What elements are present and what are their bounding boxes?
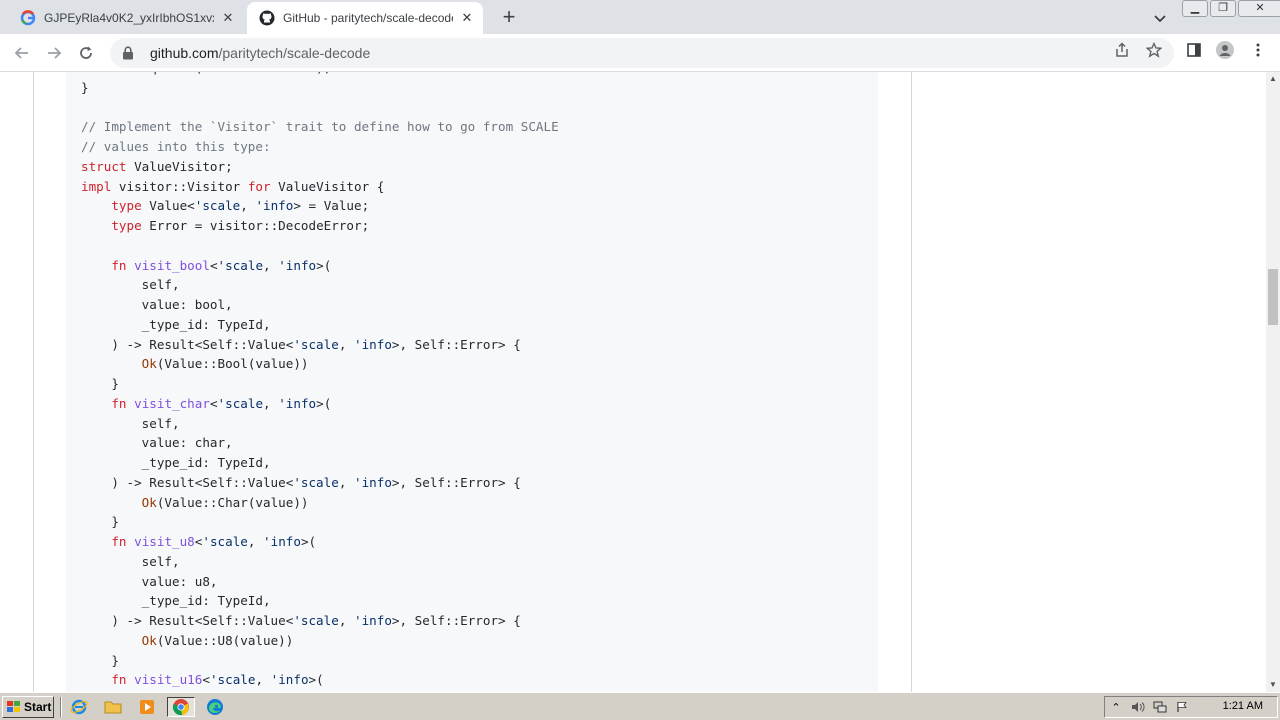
restore-button[interactable]: ❐ <box>1210 0 1236 17</box>
page-scrollbar[interactable]: ▲ ▼ <box>1266 72 1280 692</box>
flag-icon[interactable] <box>1171 698 1193 716</box>
tab-google[interactable]: GJPEyRla4v0K2_yxIrIbhOS1xvxa8f- ✕ <box>8 2 244 34</box>
close-icon[interactable]: ✕ <box>220 10 236 26</box>
lock-icon[interactable] <box>120 45 136 61</box>
chevron-up-icon[interactable]: ⌃ <box>1105 698 1127 716</box>
ie-icon[interactable] <box>68 697 90 717</box>
clock: 1:21 AM <box>1222 700 1263 712</box>
network-icon[interactable] <box>1149 698 1171 716</box>
code-line: self, <box>81 415 180 431</box>
code-line: impl visitor::Visitor for ValueVisitor { <box>81 178 385 194</box>
tab-strip: GJPEyRla4v0K2_yxIrIbhOS1xvxa8f- ✕ GitHub… <box>0 0 1280 34</box>
code-line: _type_id: TypeId, <box>81 316 271 332</box>
watermark-logo: ANY RUN <box>1038 684 1256 692</box>
scroll-up-icon[interactable]: ▲ <box>1266 72 1280 86</box>
code-line: self, <box>81 553 180 569</box>
minimize-button[interactable]: ▁ <box>1182 0 1208 17</box>
profile-icon[interactable] <box>1216 41 1234 59</box>
window-controls: ▁ ❐ ✕ <box>1182 0 1280 18</box>
code-line: } <box>81 79 89 95</box>
google-icon <box>20 10 36 26</box>
code-line: Ok(Value::Bool(value)) <box>141 356 309 372</box>
address-bar[interactable]: github.com/paritytech/scale-decode <box>110 38 1174 68</box>
start-button[interactable]: Start <box>2 696 54 718</box>
code-line: type Error = visitor::DecodeError; <box>111 218 370 233</box>
media-player-icon[interactable] <box>136 697 158 717</box>
code-line: ) -> Result<Self::Value<'scale, 'info>, … <box>81 474 521 490</box>
forward-button[interactable] <box>43 42 65 64</box>
volume-icon[interactable] <box>1127 698 1149 716</box>
code-line: // Implement the `Visitor` trait to defi… <box>81 119 559 135</box>
code-line: fn visit_char<'scale, 'info>( <box>111 395 332 411</box>
code-line: type Value<'scale, 'info> = Value; <box>111 198 370 214</box>
chrome-icon[interactable] <box>167 697 195 717</box>
browser-toolbar: github.com/paritytech/scale-decode <box>0 34 1280 72</box>
chevron-down-icon[interactable] <box>1152 10 1168 26</box>
tab-github[interactable]: GitHub - paritytech/scale-decode: De ✕ <box>247 2 483 34</box>
code-line: // values into this type: <box>81 139 271 154</box>
start-label: Start <box>24 700 52 714</box>
folder-icon[interactable] <box>102 697 124 717</box>
code-line: } <box>81 652 119 668</box>
github-icon <box>259 10 275 26</box>
tab-title: GitHub - paritytech/scale-decode: De <box>283 11 453 25</box>
code-line: fn visit_u16<'scale, 'info>( <box>111 672 324 688</box>
page-content: outSequence(visitor.Visitor);} // Implem… <box>0 72 1266 692</box>
menu-kebab-icon[interactable] <box>1249 41 1267 59</box>
readme-border <box>33 72 34 692</box>
edge-icon[interactable] <box>204 697 226 717</box>
code-content: outSequence(visitor.Visitor);} // Implem… <box>81 72 559 690</box>
close-window-button[interactable]: ✕ <box>1238 0 1280 17</box>
code-line: fn visit_bool<'scale, 'info>( <box>111 257 332 273</box>
back-button[interactable] <box>11 42 33 64</box>
code-line: _type_id: TypeId, <box>81 593 271 609</box>
star-icon[interactable] <box>1145 41 1163 59</box>
windows-flag-icon <box>7 701 20 712</box>
system-tray: ⌃ 1:21 AM <box>1104 696 1278 718</box>
code-line: fn visit_u8<'scale, 'info>( <box>111 534 317 549</box>
scroll-down-icon[interactable]: ▼ <box>1266 678 1280 692</box>
close-icon[interactable]: ✕ <box>459 10 475 26</box>
windows-taskbar: Start ⌃ 1:21 AM <box>0 692 1280 720</box>
code-line: Ok(Value::Char(value)) <box>141 494 309 510</box>
code-line: ) -> Result<Self::Value<'scale, 'info>, … <box>81 613 521 628</box>
taskbar-separator <box>60 697 62 717</box>
scroll-thumb[interactable] <box>1268 269 1278 325</box>
share-icon[interactable] <box>1113 41 1131 59</box>
readme-border <box>911 72 912 692</box>
code-line: value: char, <box>81 435 233 451</box>
code-line: self, <box>81 277 180 293</box>
code-line: } <box>81 514 119 530</box>
tab-title: GJPEyRla4v0K2_yxIrIbhOS1xvxa8f- <box>44 11 214 25</box>
code-line: Ok(Value::U8(value)) <box>141 632 294 648</box>
url-text: github.com/paritytech/scale-decode <box>150 45 371 61</box>
code-line: ) -> Result<Self::Value<'scale, 'info>, … <box>81 336 521 352</box>
code-line: value: bool, <box>81 297 233 312</box>
code-line: _type_id: TypeId, <box>81 455 271 470</box>
code-line: struct ValueVisitor; <box>81 158 233 174</box>
code-line: } <box>81 376 119 391</box>
side-panel-icon[interactable] <box>1185 41 1203 59</box>
reload-button[interactable] <box>75 42 97 64</box>
code-line: value: u8, <box>81 573 218 589</box>
new-tab-button[interactable]: + <box>498 6 520 29</box>
